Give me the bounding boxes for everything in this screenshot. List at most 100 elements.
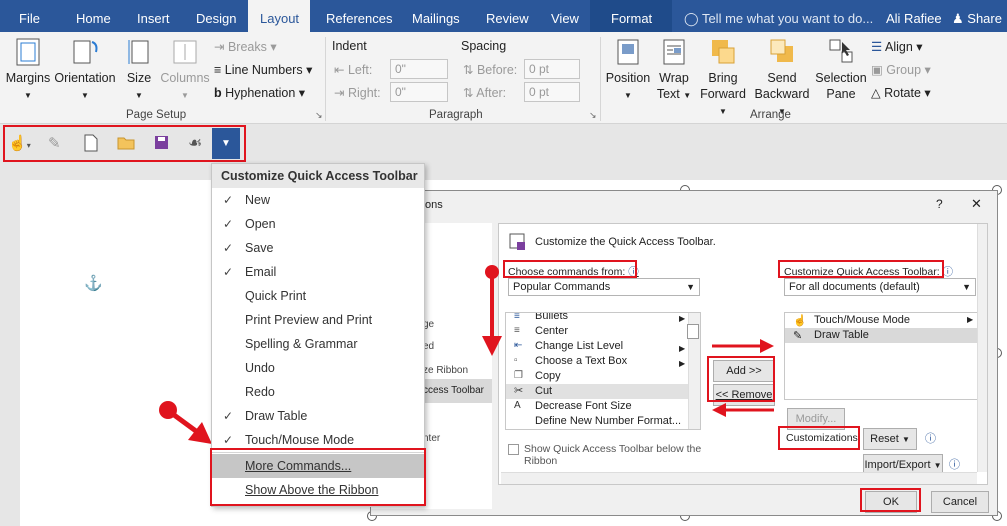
tab-home[interactable]: Home [76,0,111,32]
position-button[interactable]: Position ▼ [605,38,651,104]
chevron-down-icon: ▼ [81,91,89,100]
arrange-group-label: Arrange [750,109,791,121]
tab-insert[interactable]: Insert [137,0,170,32]
tab-references[interactable]: References [326,0,392,32]
submenu-arrow-icon: ▶ [967,315,974,324]
list-item[interactable]: Center [506,324,689,339]
share-button[interactable]: ♟ Share [952,0,1002,32]
rotate-button[interactable]: △ Rotate ▾ [871,85,931,100]
checkmark-icon: ✓ [223,193,234,207]
columns-icon [173,40,197,64]
category-fragment[interactable]: ze Ribbon [423,365,468,376]
scroll-thumb[interactable] [687,324,699,339]
tell-me-box[interactable]: ◯ Tell me what you want to do... [684,0,873,32]
menu-item-undo[interactable]: Undo [212,356,424,380]
commands-list[interactable]: Bullets Center Change List Level Choose … [505,312,701,430]
list-item[interactable]: Decrease Font Size [506,399,689,414]
hyphenation-button[interactable]: b Hyphenation ▾ [214,85,305,100]
indent-left-field[interactable]: 0" [390,59,448,79]
size-button[interactable]: Size ▼ [122,38,156,104]
menu-item-print-preview[interactable]: Print Preview and Print [212,308,424,332]
vertical-scrollbar[interactable] [977,224,987,472]
tab-mailings[interactable]: Mailings [412,0,460,32]
group-button[interactable]: ▣ Group ▾ [871,62,931,77]
tab-file[interactable]: File [19,0,40,32]
spacing-after-icon: ⇅ [463,86,474,100]
reset-button[interactable]: Reset ▼ [863,428,917,450]
line-numbers-button[interactable]: ≡ Line Numbers ▾ [214,62,312,77]
info-icon: ⓘ [942,266,954,278]
menu-item-email[interactable]: ✓ Email [212,260,424,284]
qat-items-list[interactable]: Touch/Mouse Mode Draw Table ☝ ✎ ▶ [784,312,978,400]
send-backward-button[interactable]: Send Backward ▼ [751,38,813,120]
align-button[interactable]: ☰ Align ▾ [871,39,923,54]
tab-review[interactable]: Review [486,0,529,32]
margins-icon [16,38,40,66]
list-item-selected[interactable]: Cut [506,384,689,399]
tab-design[interactable]: Design [196,0,236,32]
wrap-label-2: Text [656,87,680,101]
center-icon: ≡ [514,325,520,336]
tab-format[interactable]: Format [611,0,652,32]
selection-label-2: Pane [826,87,856,101]
indent-right-field[interactable]: 0" [390,82,448,102]
spacing-after-field[interactable]: 0 pt [524,82,580,102]
red-arrow-right-icon [712,339,774,353]
close-icon[interactable]: ✕ [971,196,982,212]
help-icon[interactable]: ? [936,197,943,211]
menu-item-spelling[interactable]: Spelling & Grammar [212,332,424,356]
list-item[interactable]: Bullets [506,313,689,324]
list-item[interactable]: Change List Level [506,339,689,354]
cancel-button[interactable]: Cancel [931,491,989,513]
orientation-button[interactable]: Orientation ▼ [54,38,116,104]
user-name[interactable]: Ali Rafiee [886,0,942,32]
red-arrow-down-icon [482,265,502,356]
list-item[interactable]: Copy [506,369,689,384]
page-setup-group-label: Page Setup [126,109,187,121]
bring-forward-button[interactable]: Bring Forward ▼ [696,38,750,120]
show-below-checkbox[interactable] [508,444,519,455]
highlight-add-remove [707,356,775,402]
info-icon: ⓘ [949,459,960,471]
tab-layout[interactable]: Layout [248,0,310,32]
breaks-button[interactable]: ⇥ Breaks ▾ [214,39,277,54]
dialog-launcher-icon[interactable]: ↘ [315,110,323,121]
hyphenation-icon: b [214,86,222,100]
margins-button[interactable]: Margins ▼ [4,38,52,104]
list-item[interactable]: Define New Number Format... [506,414,689,429]
horizontal-scrollbar[interactable] [501,472,977,484]
indent-right-label: ⇥ Right: [334,86,381,100]
ribbon-tab-bar: File Home Insert Design Layout Reference… [0,0,1007,32]
menu-item-new[interactable]: ✓ New [212,188,424,212]
checkmark-icon: ✓ [223,409,234,423]
dialog-launcher-icon[interactable]: ↘ [589,110,597,121]
wrap-text-button[interactable]: Wrap Text ▼ [654,38,694,104]
spacing-before-label: ⇅ Before: [463,63,518,77]
paragraph-group-label: Paragraph [429,109,483,121]
columns-button[interactable]: Columns ▼ [160,38,210,104]
menu-item-redo[interactable]: Redo [212,380,424,404]
list-item[interactable]: Touch/Mouse Mode [785,313,977,328]
category-fragment[interactable]: nter [423,433,440,444]
menu-item-save[interactable]: ✓ Save [212,236,424,260]
category-fragment[interactable]: ccess Toolbar [423,385,484,396]
list-item[interactable]: Choose a Text Box [506,354,689,369]
align-icon: ☰ [871,40,883,54]
highlight-customize-label [778,260,944,278]
word-options-dialog: ons ? ✕ ge ed ze Ribbon ccess Toolbar nt… [370,190,998,516]
indent-left-label: ⇤ Left: [334,63,373,77]
tab-view[interactable]: View [551,0,579,32]
size-label: Size [126,71,152,85]
menu-item-quick-print[interactable]: Quick Print [212,284,424,308]
selection-pane-button[interactable]: Selection Pane [815,38,867,102]
bring-forward-icon [712,40,735,64]
hyphenation-label: Hyphenation [225,86,296,100]
wrap-label-1: Wrap [659,71,689,85]
customize-qat-select[interactable]: For all documents (default) ▼ [784,278,976,296]
qat-panel-heading: Customize the Quick Access Toolbar. [535,236,716,248]
menu-item-open[interactable]: ✓ Open [212,212,424,236]
list-item-selected[interactable]: Draw Table [785,328,977,343]
spacing-before-field[interactable]: 0 pt [524,59,580,79]
choose-commands-select[interactable]: Popular Commands ▼ [508,278,700,296]
menu-item-draw-table[interactable]: ✓ Draw Table [212,404,424,428]
